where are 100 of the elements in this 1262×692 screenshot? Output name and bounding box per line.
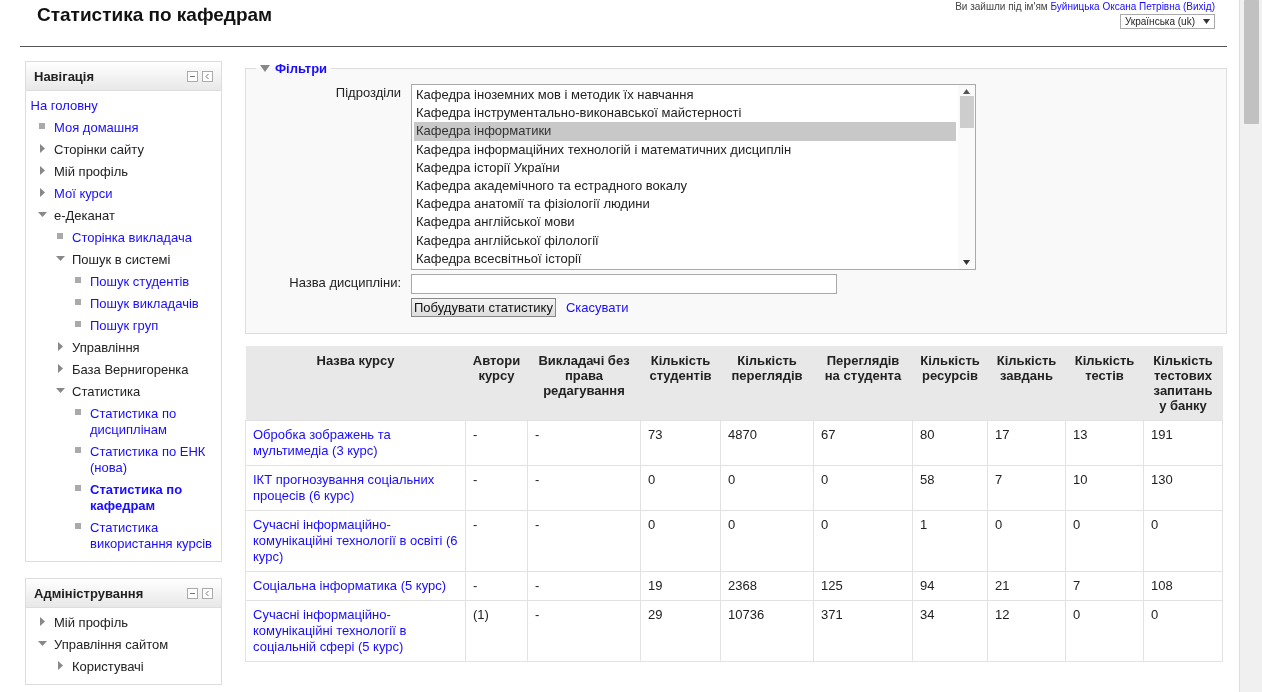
list-option[interactable]: Кафедра англійської філології bbox=[414, 231, 956, 250]
caret-down-icon[interactable] bbox=[56, 253, 65, 263]
nav-link[interactable]: Сторінка викладача bbox=[72, 227, 192, 249]
language-select[interactable]: Українська (uk) bbox=[1119, 14, 1215, 29]
page-scrollbar[interactable] bbox=[1239, 0, 1262, 692]
list-option[interactable]: Кафедра іноземних мов і методик їх навчання bbox=[414, 86, 956, 105]
login-info: Ви зайшли під ім'ям Буйницька Оксана Петрівна (Вихід) bbox=[955, 1, 1215, 12]
nav-link[interactable]: На головну bbox=[30, 95, 98, 117]
bullet-icon bbox=[75, 299, 81, 305]
column-header: Автори курсу bbox=[465, 345, 528, 421]
course-link[interactable]: ІКТ прогнозування соціальних процесів (6 курс) bbox=[253, 471, 458, 504]
nav-item[interactable]: Управління сайтом bbox=[54, 634, 169, 656]
build-statistics-button[interactable]: Побудувати статистику bbox=[411, 297, 556, 317]
nav-link[interactable]: Пошук студентів bbox=[90, 271, 190, 293]
list-option[interactable]: Кафедра інформатики bbox=[414, 122, 956, 141]
field-label: Назва дисципліни: bbox=[288, 273, 401, 292]
table-cell: 10736 bbox=[720, 600, 814, 662]
nav-item[interactable]: Пошук в системі bbox=[72, 249, 171, 271]
table-cell: 7 bbox=[987, 465, 1066, 511]
dock-icon[interactable] bbox=[202, 70, 213, 82]
column-header: Кількість студентів bbox=[640, 345, 721, 421]
column-header: Кількість переглядів bbox=[720, 345, 814, 421]
scroll-up-icon[interactable] bbox=[963, 89, 970, 94]
nav-item[interactable]: Сторінки сайту bbox=[54, 139, 144, 161]
dropdown-icon[interactable] bbox=[1203, 19, 1210, 24]
nav-item[interactable]: Статистика bbox=[72, 381, 141, 403]
nav-link[interactable]: Моя домашня bbox=[54, 117, 139, 139]
minimize-icon[interactable] bbox=[187, 587, 198, 599]
course-link[interactable]: Сучасні інформаційно-комунікаційні технології в освіті (6 курс) bbox=[253, 516, 458, 565]
table-cell: 12 bbox=[987, 600, 1066, 662]
nav-item[interactable]: е-Деканат bbox=[54, 205, 115, 227]
list-option[interactable]: Кафедра всесвітньої історії bbox=[414, 249, 956, 268]
caret-right-icon[interactable] bbox=[56, 363, 65, 373]
column-header: Кількість ресурсів bbox=[912, 345, 988, 421]
table-cell: 29 bbox=[640, 600, 721, 662]
nav-link[interactable]: Статистика по кафедрам bbox=[90, 479, 221, 517]
dock-icon[interactable] bbox=[202, 587, 213, 599]
column-header: Кількість тестів bbox=[1065, 345, 1144, 421]
table-cell: 0 bbox=[1065, 600, 1144, 662]
nav-link[interactable]: Пошук груп bbox=[90, 315, 159, 337]
caret-right-icon[interactable] bbox=[56, 341, 65, 351]
scrollbar[interactable] bbox=[958, 85, 975, 269]
table-cell: 0 bbox=[1143, 600, 1223, 662]
user-link[interactable]: Буйницька Оксана Петрівна bbox=[1050, 1, 1181, 12]
logout-link[interactable]: (Вихід) bbox=[1183, 1, 1215, 12]
filters-legend[interactable]: Фільтри bbox=[256, 61, 332, 76]
nav-link[interactable]: Статистика по ЕНК (нова) bbox=[90, 441, 221, 479]
column-header: Кількість завдань bbox=[987, 345, 1066, 421]
caret-right-icon[interactable] bbox=[38, 187, 47, 197]
column-header: Кількість тестових запитань у банку bbox=[1143, 345, 1223, 421]
table-cell: - bbox=[527, 571, 641, 601]
table-cell: 0 bbox=[720, 510, 814, 572]
table-cell: 0 bbox=[720, 465, 814, 511]
table-cell: 371 bbox=[813, 600, 913, 662]
caret-right-icon[interactable] bbox=[38, 143, 47, 153]
nav-link[interactable]: Мої курси bbox=[54, 183, 113, 205]
caret-down-icon[interactable] bbox=[56, 385, 65, 395]
cancel-link[interactable]: Скасувати bbox=[565, 299, 629, 315]
table-cell: 0 bbox=[1065, 510, 1144, 572]
units-listbox[interactable] bbox=[411, 84, 976, 270]
list-option[interactable]: Кафедра англійської мови bbox=[414, 213, 956, 232]
caret-right-icon[interactable] bbox=[38, 616, 47, 626]
nav-item[interactable]: Управління bbox=[72, 337, 140, 359]
course-link[interactable]: Сучасні інформаційно-комунікаційні технології в соціальній сфері (5 курс) bbox=[253, 606, 458, 655]
nav-item[interactable]: База Вернигоренка bbox=[72, 359, 189, 381]
course-link[interactable]: Обробка зображень та мультимедіа (3 курс) bbox=[253, 426, 458, 459]
list-option[interactable]: Кафедра академічного та естрадного вокалу bbox=[414, 176, 956, 196]
bullet-icon bbox=[57, 233, 63, 239]
caret-down-icon[interactable] bbox=[38, 638, 47, 648]
table-cell: 80 bbox=[912, 420, 988, 466]
caret-right-icon[interactable] bbox=[38, 165, 47, 175]
column-header: Переглядів на студента bbox=[813, 345, 913, 421]
course-link[interactable]: Соціальна інформатика (5 курс) bbox=[253, 577, 458, 594]
nav-item[interactable]: Мій профіль bbox=[54, 612, 129, 634]
minimize-icon[interactable] bbox=[187, 70, 198, 82]
table-cell: - bbox=[465, 420, 528, 466]
table-cell: 0 bbox=[640, 465, 721, 511]
list-option[interactable]: Кафедра історії України bbox=[414, 158, 956, 177]
block-title: Адміністрування bbox=[34, 585, 144, 601]
scroll-down-icon[interactable] bbox=[963, 259, 970, 265]
table-cell: 2368 bbox=[720, 571, 814, 601]
table-cell: 125 bbox=[813, 571, 913, 601]
list-option[interactable]: Кафедра інструментально-виконавської майстерності bbox=[414, 104, 956, 123]
caret-right-icon[interactable] bbox=[56, 660, 65, 670]
nav-link[interactable]: Статистика по дисциплінам bbox=[90, 403, 221, 441]
caret-down-icon[interactable] bbox=[38, 209, 47, 219]
nav-item[interactable]: Мій профіль bbox=[54, 161, 129, 183]
list-option[interactable]: Кафедра інформаційних технологій і математичних дисциплін bbox=[414, 140, 956, 159]
discipline-input[interactable] bbox=[411, 273, 837, 294]
table-cell: 108 bbox=[1143, 571, 1223, 601]
table-cell: 0 bbox=[813, 465, 913, 511]
nav-link[interactable]: Статистика використання курсів bbox=[90, 517, 221, 555]
bullet-icon bbox=[75, 277, 81, 283]
nav-link[interactable]: Пошук викладачів bbox=[90, 293, 199, 315]
nav-item[interactable]: Користувачі bbox=[72, 656, 144, 678]
column-header: Викладачі без права редагування bbox=[527, 345, 641, 421]
table-cell: - bbox=[527, 600, 641, 662]
scroll-thumb[interactable] bbox=[959, 96, 974, 128]
bullet-icon bbox=[75, 485, 81, 491]
list-option[interactable]: Кафедра анатомії та фізіології людини bbox=[414, 195, 956, 214]
